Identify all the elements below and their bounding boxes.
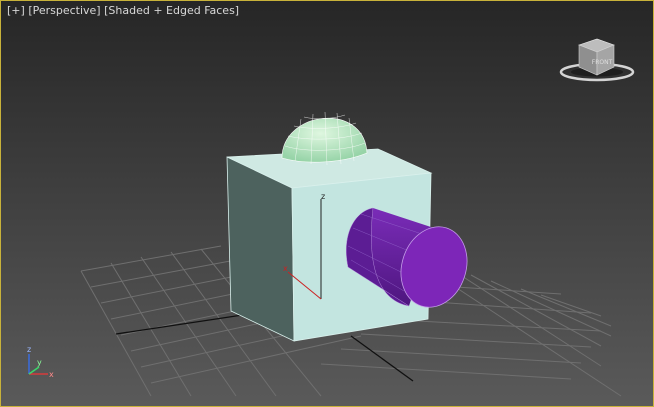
gizmo-x-label: x xyxy=(49,370,54,379)
viewcube[interactable]: FRONT xyxy=(559,38,635,82)
gizmo-y-label: y xyxy=(37,358,42,367)
viewcube-front-label: FRONT xyxy=(592,59,613,66)
perspective-viewport[interactable]: [+] [Perspective] [Shaded + Edged Faces] xyxy=(0,0,654,407)
scene-canvas[interactable]: z x FRONT z x y xyxy=(1,1,653,406)
pivot-x-label: x xyxy=(283,264,288,273)
hemisphere-object[interactable] xyxy=(281,111,368,166)
gizmo-z-label: z xyxy=(27,345,31,354)
pivot-z-label: z xyxy=(321,192,325,201)
axis-tripod-gizmo: z x y xyxy=(27,345,54,379)
